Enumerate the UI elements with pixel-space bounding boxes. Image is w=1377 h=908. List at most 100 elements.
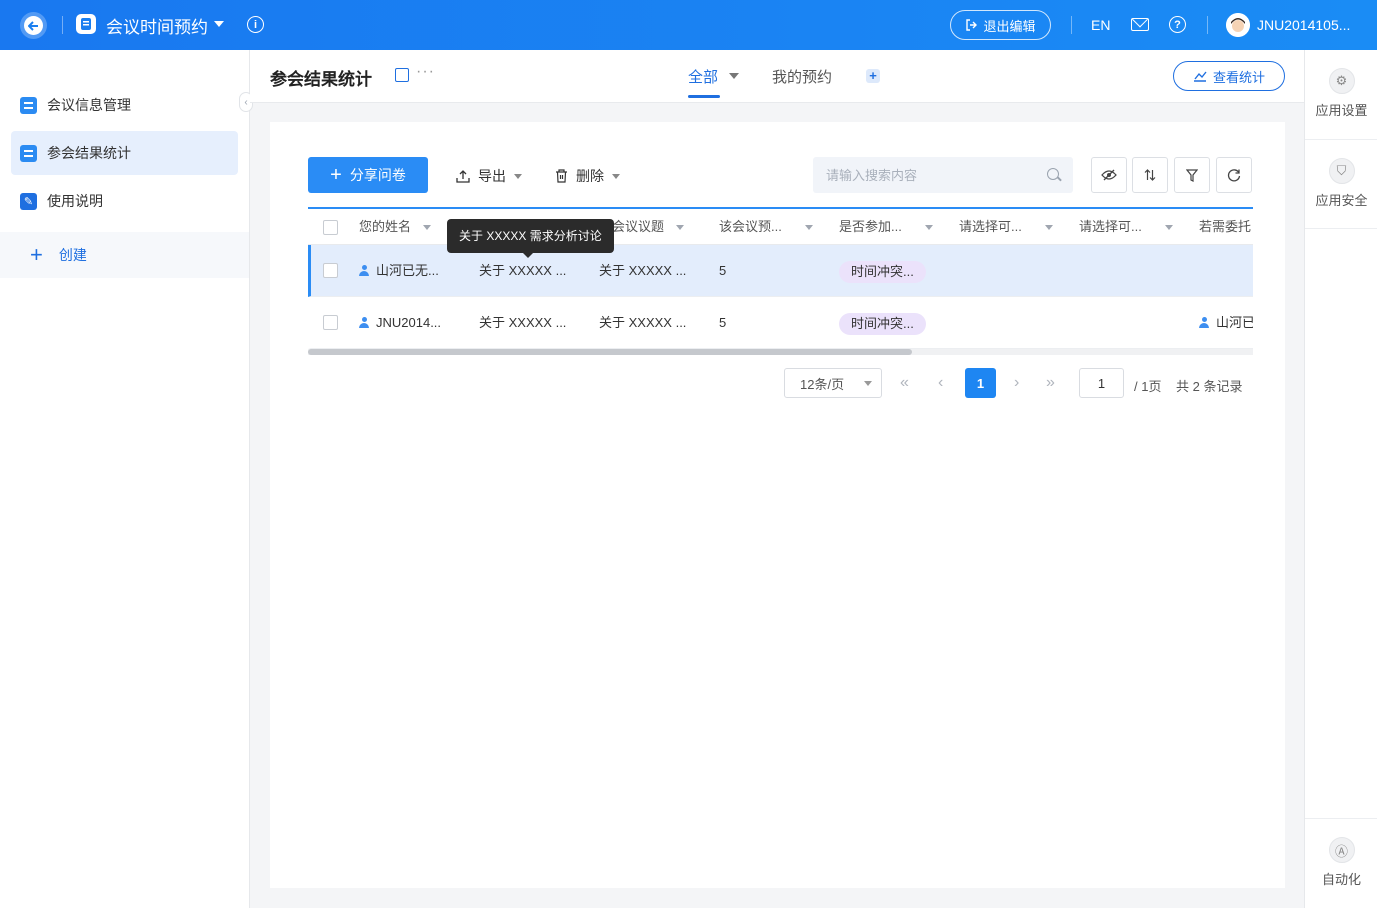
app-security-button[interactable]: ⛉ 应用安全 — [1305, 158, 1377, 209]
add-view-plus-icon[interactable]: + — [866, 69, 880, 83]
chevron-down-icon — [514, 173, 522, 179]
header-tooltip: 关于 XXXXX 需求分析讨论 — [447, 219, 614, 258]
sidebar: 会议信息管理 参会结果统计 ✎ 使用说明 + 创建 — [0, 50, 250, 908]
chevron-down-icon[interactable] — [676, 225, 684, 230]
create-button[interactable]: + 创建 — [0, 232, 249, 278]
trash-icon — [556, 169, 567, 183]
sidebar-item-meeting-info[interactable]: 会议信息管理 — [11, 83, 238, 127]
row-checkbox[interactable] — [323, 263, 338, 278]
current-page-button[interactable]: 1 — [965, 368, 996, 398]
exit-edit-button[interactable]: 退出编辑 — [950, 10, 1051, 40]
automation-icon: Ⓐ — [1328, 837, 1355, 863]
export-button[interactable]: 导出 — [456, 166, 522, 186]
sidebar-item-label: 会议信息管理 — [47, 97, 131, 113]
tab-all[interactable]: 全部 — [688, 66, 718, 87]
column-header[interactable]: 请选择可... — [959, 209, 1022, 245]
horizontal-scrollbar[interactable] — [308, 349, 912, 355]
delete-button[interactable]: 删除 — [555, 166, 620, 186]
first-page-icon[interactable]: « — [900, 374, 909, 392]
mail-icon[interactable] — [1131, 18, 1149, 31]
tab-my-reservations[interactable]: 我的预约 — [772, 66, 832, 87]
sidebar-item-attendance-stats[interactable]: 参会结果统计 — [11, 131, 238, 175]
refresh-button[interactable] — [1216, 157, 1252, 193]
share-survey-button[interactable]: + 分享问卷 — [308, 157, 428, 193]
divider — [1305, 228, 1377, 229]
export-label: 导出 — [478, 168, 506, 184]
search-input[interactable] — [826, 167, 1036, 183]
next-page-icon[interactable]: › — [1014, 374, 1019, 392]
help-icon[interactable]: ? — [1169, 16, 1186, 33]
edit-icon: ✎ — [20, 192, 37, 210]
doc-icon — [20, 96, 37, 114]
plus-icon: + — [30, 242, 43, 267]
exit-edit-label: 退出编辑 — [983, 18, 1036, 34]
back-button[interactable] — [20, 12, 47, 39]
chart-icon — [1193, 71, 1207, 82]
page-size-select[interactable]: 12条/页 — [784, 368, 882, 398]
column-header[interactable]: 请选择可... — [1079, 209, 1142, 245]
tab-chevron-down-icon[interactable] — [729, 73, 739, 79]
select-all-checkbox[interactable] — [323, 220, 338, 235]
delegate-cell: 山河已 — [1199, 297, 1253, 349]
person-icon — [359, 317, 369, 328]
search-field[interactable] — [813, 157, 1073, 193]
info-icon[interactable]: i — [247, 16, 264, 33]
page-size-value: 12条/页 — [800, 376, 845, 392]
sort-button[interactable] — [1132, 157, 1168, 193]
total-records-text: 共 2 条记录 — [1176, 379, 1243, 394]
view-stats-label: 查看统计 — [1212, 69, 1265, 85]
table-cell: 关于 XXXXX ... — [479, 315, 567, 330]
right-rail: ⚙ 应用设置 ⛉ 应用安全 Ⓐ 自动化 — [1304, 50, 1377, 908]
share-label: 分享问卷 — [349, 167, 406, 183]
chevron-down-icon[interactable] — [805, 225, 813, 230]
prev-page-icon[interactable]: ‹ — [938, 374, 943, 392]
avatar[interactable] — [1226, 13, 1250, 37]
sort-icon — [1144, 169, 1156, 181]
column-header[interactable]: 是否参加... — [839, 209, 902, 245]
app-title[interactable]: 会议时间预约 — [106, 13, 208, 38]
divider — [1305, 139, 1377, 140]
app-switch-chevron-down-icon[interactable] — [214, 21, 224, 27]
tag-cell: 时间冲突... — [839, 297, 949, 349]
last-page-icon[interactable]: » — [1046, 374, 1055, 392]
table-row[interactable]: JNU2014... 关于 XXXXX ... 关于 XXXXX ... 5 时… — [308, 297, 1253, 349]
person-icon — [359, 265, 369, 276]
name-cell: JNU2014... — [359, 297, 459, 349]
refresh-icon — [1227, 169, 1241, 182]
chevron-down-icon[interactable] — [423, 225, 431, 230]
language-switch[interactable]: EN — [1091, 17, 1110, 33]
rail-label: 自动化 — [1321, 872, 1361, 887]
filter-icon — [1186, 168, 1198, 182]
hide-fields-button[interactable] — [1091, 157, 1127, 193]
plus-icon: + — [330, 164, 342, 186]
filter-button[interactable] — [1174, 157, 1210, 193]
user-name[interactable]: JNU2014105... — [1257, 17, 1350, 33]
column-header[interactable]: 若需委托 — [1199, 209, 1251, 245]
chevron-down-icon[interactable] — [1045, 225, 1053, 230]
edit-title-icon[interactable] — [395, 68, 409, 82]
search-icon[interactable] — [1047, 168, 1059, 180]
view-stats-button[interactable]: 查看统计 — [1173, 61, 1285, 91]
page-jump-input[interactable]: 1 — [1079, 368, 1124, 398]
divider — [1305, 818, 1377, 819]
automation-button[interactable]: Ⓐ 自动化 — [1305, 837, 1377, 888]
sidebar-item-label: 参会结果统计 — [47, 145, 131, 161]
app-doc-icon — [76, 14, 96, 34]
eye-slash-icon — [1101, 169, 1117, 181]
column-header[interactable]: 您的姓名 — [359, 209, 411, 245]
divider — [1071, 16, 1072, 34]
chevron-down-icon[interactable] — [925, 225, 933, 230]
column-header[interactable]: 该会议预... — [719, 209, 782, 245]
table-cell: 关于 XXXXX ... — [599, 263, 687, 278]
divider — [1207, 16, 1208, 34]
upload-icon — [456, 170, 470, 183]
more-icon[interactable]: ··· — [416, 63, 435, 81]
sidebar-item-instructions[interactable]: ✎ 使用说明 — [11, 179, 238, 223]
back-arrow-icon — [24, 16, 43, 35]
app-settings-button[interactable]: ⚙ 应用设置 — [1305, 68, 1377, 119]
chevron-down-icon[interactable] — [1165, 225, 1173, 230]
shield-icon: ⛉ — [1328, 158, 1355, 184]
row-checkbox[interactable] — [323, 315, 338, 330]
status-tag: 时间冲突... — [839, 312, 926, 335]
tag-cell: 时间冲突... — [839, 245, 949, 297]
